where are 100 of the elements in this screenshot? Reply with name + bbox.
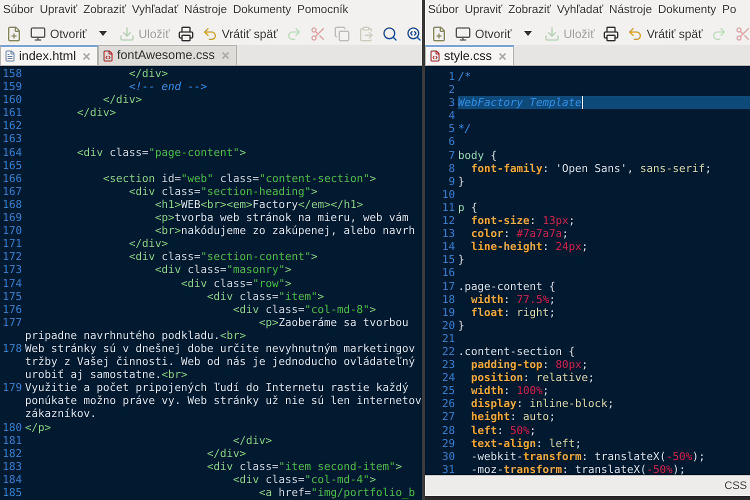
line-number: 11 [442, 200, 455, 214]
code-editor[interactable] [425, 66, 750, 475]
code-line: <h1>WEB<br><em>Factory</em></h1> [154, 198, 364, 212]
menu-item[interactable]: Súbor [3, 2, 34, 20]
code-line: } [458, 174, 465, 188]
undo-button[interactable]: Vrátiť späť [198, 22, 282, 44]
code-line: float: right; [470, 306, 556, 319]
line-number: 172 [2, 250, 22, 264]
code-line: font-family: 'Open Sans', sans-serif; [470, 162, 712, 175]
code-line: .content-section { [458, 344, 576, 358]
code-line: <div class="section-content"> [128, 250, 318, 264]
close-icon[interactable] [222, 52, 229, 59]
undo-button[interactable]: Vrátiť späť [622, 22, 707, 44]
code-line: display: inline-block; [470, 397, 614, 410]
paste-icon [358, 26, 374, 42]
line-number: 171 [2, 237, 22, 250]
line-number: 165 [2, 158, 22, 172]
code-line: </p> [25, 420, 52, 434]
code-line: <a href="img/portfolio_b [258, 486, 416, 500]
line-number: 7 [448, 148, 455, 162]
menu-item[interactable]: Nástroje [609, 2, 652, 20]
language-label[interactable]: CSS [724, 478, 747, 494]
code-line: <section id="web" class="content-section"> [102, 172, 376, 185]
line-number: 168 [2, 198, 22, 212]
line-number: 13 [442, 227, 455, 240]
line-number: 25 [442, 384, 455, 398]
line-number: 2 [448, 83, 455, 96]
menu-item[interactable]: Po [722, 2, 736, 20]
line-number: 183 [2, 460, 22, 473]
code-line: tržby z Vašej činnosti. Web od nás je jednoducho ovládateľný [25, 355, 416, 368]
code-line: ponúkate možno práve vy. Web stránky už nie sú len internetov [25, 394, 422, 408]
line-number: 20 [442, 318, 455, 332]
line-number: 17 [442, 280, 455, 293]
menu-item[interactable]: Pomocník [297, 2, 348, 20]
code-line: p { [458, 200, 478, 214]
line-number: 177 [2, 316, 22, 329]
line-number: 169 [2, 211, 22, 224]
code-line: .page-content { [458, 280, 556, 293]
code-line: WebFactory Template [458, 96, 582, 110]
line-number: 18 [442, 292, 455, 306]
line-number: 28 [442, 424, 455, 437]
open-button[interactable]: Otvoriť [26, 22, 91, 44]
file-tab[interactable]: fontAwesome.css [98, 45, 237, 65]
line-number: 16 [442, 266, 455, 280]
line-number: 173 [2, 263, 22, 276]
code-line: color: #7a7a7a; [470, 227, 569, 240]
menu-item[interactable]: Nástroje [184, 2, 227, 20]
menu-item[interactable]: Dokumenty [232, 2, 292, 20]
line-number: 158 [2, 67, 22, 80]
close-icon[interactable] [82, 52, 90, 60]
code-line: <p>Zaoberáme sa tvorbou [258, 316, 409, 329]
file-tab[interactable]: index.html [0, 45, 98, 65]
line-number: 26 [442, 397, 455, 410]
menu-item[interactable]: Upraviť [40, 2, 78, 20]
menu-item[interactable]: Zobraziť [83, 2, 126, 20]
printer-icon [602, 26, 619, 42]
code-line: -webkit-transform: translateX(-50%); [470, 450, 706, 463]
code-line: /* [458, 70, 472, 84]
menu-item[interactable]: Vyhľadať [556, 2, 604, 20]
line-number: 184 [2, 472, 22, 486]
line-number: 15 [442, 253, 455, 266]
code-editor[interactable] [0, 66, 422, 500]
line-number: 181 [2, 434, 22, 447]
code-line: } [458, 253, 465, 266]
menu-item[interactable]: Zobraziť [508, 2, 551, 20]
code-line: urobiť aj samostatne.<br> [25, 368, 188, 382]
code-line: zákazníkov. [25, 407, 97, 421]
menu-item[interactable]: Upraviť [464, 2, 502, 20]
code-line: <div class="section-heading"> [128, 184, 318, 198]
line-number: 22 [442, 344, 455, 358]
code-line: <div class="page-content"> [76, 146, 246, 159]
code-line: height: auto; [470, 410, 556, 424]
code-line: <div class="col-md-8"> [232, 302, 376, 316]
code-line: width: 100%; [470, 384, 550, 398]
redo-icon [710, 26, 727, 42]
open-button[interactable]: Otvoriť [451, 22, 516, 44]
new-file-icon [6, 26, 22, 42]
code-line: <!-- end --> [128, 80, 208, 94]
code-line: </div> [128, 237, 168, 250]
code-line: font-size: 13px; [470, 214, 576, 228]
code-line: <br>nakódujeme zo zakúpenej, alebo navrh [154, 224, 416, 238]
code-line: body { [458, 148, 498, 162]
line-number: 1 [448, 70, 455, 84]
menu-item[interactable]: Vyhľadať [132, 2, 178, 20]
line-number: 163 [2, 132, 22, 146]
code-line: </div> [102, 93, 142, 106]
scissors-icon [310, 26, 326, 42]
copy-icon [334, 26, 350, 42]
code-line: padding-top: 80px; [470, 358, 588, 372]
menu-item[interactable]: Súbor [428, 2, 459, 20]
code-line: <div class="col-md-4"> [232, 472, 376, 486]
line-number: 10 [442, 188, 455, 201]
replace-icon [406, 26, 422, 42]
file-tab[interactable]: style.css [425, 45, 514, 65]
line-number: 162 [2, 119, 22, 132]
menu-item[interactable]: Dokumenty [658, 2, 716, 20]
close-icon[interactable] [498, 52, 506, 60]
code-line: <div class="item"> [206, 290, 324, 303]
line-number: 180 [2, 420, 22, 434]
text-cursor [582, 96, 583, 110]
